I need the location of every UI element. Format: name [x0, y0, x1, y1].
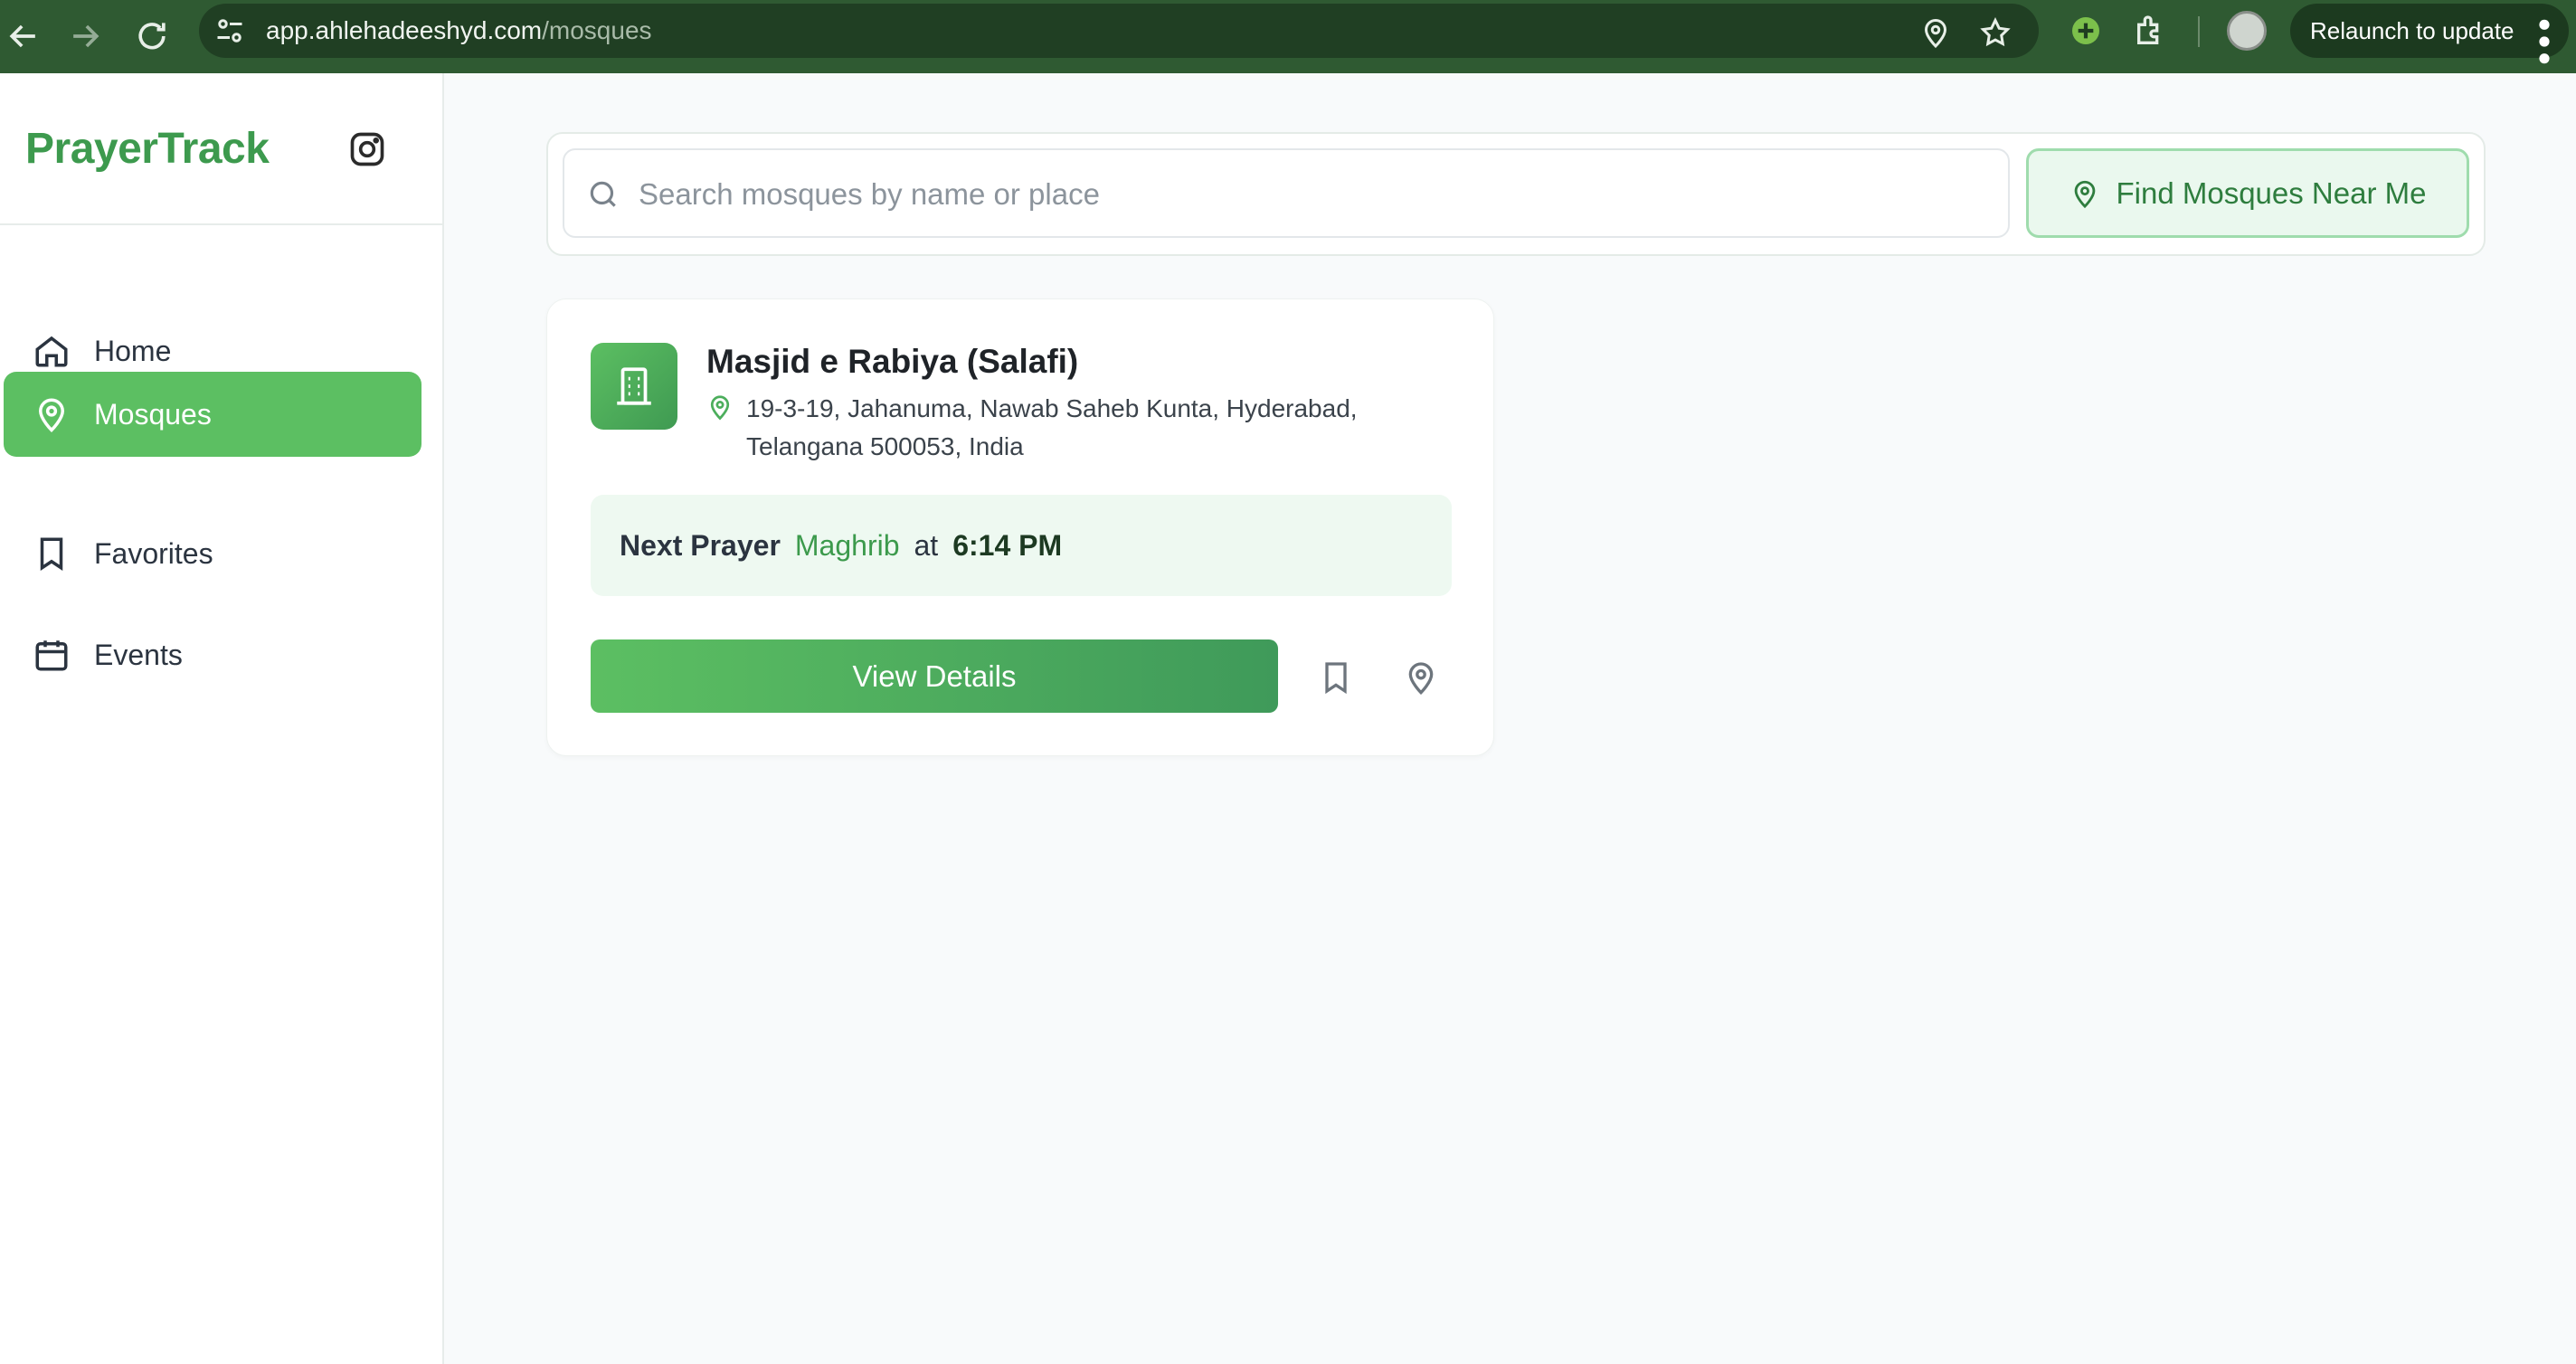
sidebar-item-mosques[interactable]: Mosques [4, 372, 421, 457]
forward-arrow-icon[interactable] [65, 16, 105, 56]
toolbar-divider [2198, 16, 2200, 47]
sidebar-item-label: Favorites [94, 536, 213, 570]
next-prayer-name: Maghrib [794, 528, 900, 562]
mosque-building-icon [591, 343, 677, 430]
mosque-address: 19-3-19, Jahanuma, Nawab Saheb Kunta, Hy… [746, 394, 1358, 460]
back-arrow-icon[interactable] [4, 16, 43, 56]
extension-plus-icon[interactable] [2068, 13, 2104, 49]
map-pin-icon [2069, 178, 2100, 209]
sidebar-item-label: Mosques [94, 397, 212, 431]
mosque-name[interactable]: Masjid e Rabiya (Salafi) [706, 343, 1078, 381]
map-pin-icon [33, 395, 71, 433]
search-input[interactable] [637, 170, 1975, 219]
search-box[interactable] [563, 148, 2010, 238]
address-bar[interactable]: app.ahlehadeeshyd.com/mosques [199, 4, 2039, 58]
sidebar: PrayerTrack Home Mosques Favorites Event… [0, 73, 444, 1364]
sidebar-item-label: Events [94, 638, 183, 671]
sidebar-divider [0, 223, 442, 225]
search-panel: Find Mosques Near Me [546, 132, 2486, 256]
url-text: app.ahlehadeeshyd.com/mosques [266, 16, 652, 44]
mosque-card: Masjid e Rabiya (Salafi) 19-3-19, Jahanu… [546, 298, 1494, 756]
more-menu-icon[interactable] [2538, 16, 2551, 64]
home-icon [33, 332, 71, 370]
site-settings-icon[interactable] [213, 14, 246, 47]
next-prayer-box: Next Prayer Maghrib at 6:14 PM [591, 495, 1452, 596]
location-icon[interactable] [1919, 16, 1952, 49]
view-details-button[interactable]: View Details [591, 639, 1278, 713]
search-icon [586, 177, 620, 212]
reload-icon[interactable] [132, 16, 172, 56]
brand-logo[interactable]: PrayerTrack [25, 124, 270, 174]
calendar-icon [33, 636, 71, 674]
bookmark-icon [33, 535, 71, 573]
next-prayer-label: Next Prayer [620, 528, 781, 562]
map-pin-icon[interactable] [1403, 659, 1439, 696]
sidebar-item-events[interactable]: Events [4, 612, 421, 697]
sidebar-item-label: Home [94, 334, 172, 367]
profile-avatar[interactable] [2227, 11, 2267, 51]
address-pin-icon [706, 393, 734, 421]
find-near-me-button[interactable]: Find Mosques Near Me [2026, 148, 2469, 238]
bookmark-icon[interactable] [1318, 659, 1354, 696]
extensions-puzzle-icon[interactable] [2133, 13, 2169, 49]
relaunch-button[interactable]: Relaunch to update [2290, 4, 2569, 64]
find-near-me-label: Find Mosques Near Me [2116, 175, 2427, 210]
sidebar-item-favorites[interactable]: Favorites [4, 511, 421, 596]
next-prayer-time: 6:14 PM [952, 528, 1063, 562]
browser-toolbar: app.ahlehadeeshyd.com/mosques Relaunch t… [0, 0, 2576, 73]
next-prayer-at: at [914, 528, 939, 562]
instagram-icon[interactable] [347, 129, 387, 169]
star-bookmark-icon[interactable] [1979, 16, 2012, 49]
